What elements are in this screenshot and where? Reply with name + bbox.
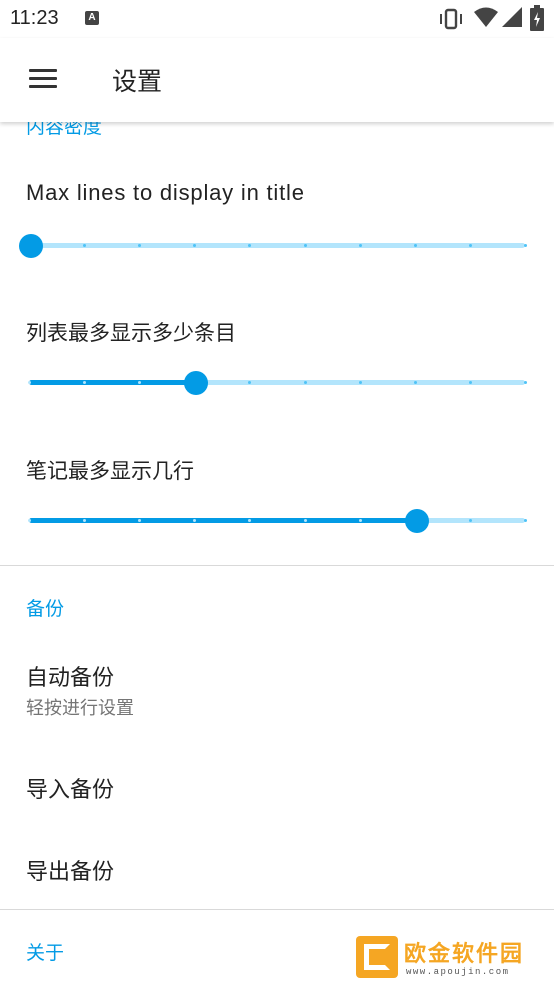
- hamburger-menu-icon[interactable]: [29, 69, 57, 89]
- density-section-header: 内容密度: [0, 122, 554, 136]
- watermark-text: 欧金软件园: [404, 942, 525, 967]
- notification-a-icon: A: [85, 11, 99, 25]
- slider-track: [29, 243, 525, 248]
- watermark-url: www.apoujin.com: [406, 967, 510, 977]
- page-title: 设置: [112, 67, 163, 96]
- section-divider: [0, 565, 554, 566]
- cell-signal-icon: [502, 7, 522, 27]
- note-lines-label: 笔记最多显示几行: [26, 459, 194, 483]
- slider-thumb[interactable]: [19, 234, 43, 258]
- import-backup-title: 导入备份: [26, 778, 115, 803]
- status-time: 11:23: [10, 7, 59, 29]
- section-divider: [0, 909, 554, 910]
- app-bar: 设置: [0, 38, 554, 122]
- backup-section-header: 备份: [26, 598, 65, 620]
- slider-tick: [524, 244, 527, 247]
- slider-tick: [358, 244, 362, 247]
- import-backup-item[interactable]: 导入备份: [0, 748, 554, 820]
- battery-charging-icon: [530, 5, 544, 31]
- list-items-count-label: 列表最多显示多少条目: [26, 321, 236, 345]
- slider-tick: [413, 244, 417, 247]
- slider-tick: [358, 381, 362, 384]
- slider-tick: [28, 519, 31, 522]
- slider-tick: [524, 381, 527, 384]
- slider-tick: [28, 381, 31, 384]
- auto-backup-summary: 轻按进行设置: [26, 698, 134, 719]
- about-section-header: 关于: [26, 942, 65, 964]
- note-lines-slider[interactable]: [28, 509, 527, 533]
- slider-tick: [468, 244, 472, 247]
- slider-tick: [413, 381, 417, 384]
- max-lines-title-label: Max lines to display in title: [26, 180, 305, 205]
- list-items-count-slider[interactable]: [28, 371, 527, 395]
- density-section-header-text: 内容密度: [26, 122, 103, 136]
- slider-tick: [303, 519, 307, 522]
- max-lines-title-slider[interactable]: [19, 234, 527, 258]
- slider-track-fill: [29, 380, 195, 385]
- slider-tick: [524, 519, 527, 522]
- auto-backup-title: 自动备份: [26, 666, 115, 691]
- auto-backup-item[interactable]: 自动备份 轻按进行设置: [0, 640, 554, 730]
- export-backup-item[interactable]: 导出备份: [0, 830, 554, 902]
- slider-thumb[interactable]: [404, 509, 429, 533]
- slider-thumb[interactable]: [184, 371, 209, 395]
- wifi-icon: [474, 7, 498, 27]
- watermark-logo-icon: [356, 936, 398, 978]
- vibrate-icon: [440, 8, 462, 30]
- slider-tick: [303, 381, 307, 384]
- watermark: 欧金软件园 www.apoujin.com: [356, 936, 548, 980]
- slider-tick: [303, 244, 307, 247]
- status-bar: 11:23 A: [0, 0, 554, 38]
- slider-tick: [468, 519, 472, 522]
- slider-tick: [468, 381, 472, 384]
- export-backup-title: 导出备份: [26, 860, 115, 885]
- slider-track-fill: [29, 518, 415, 523]
- slider-tick: [358, 519, 362, 522]
